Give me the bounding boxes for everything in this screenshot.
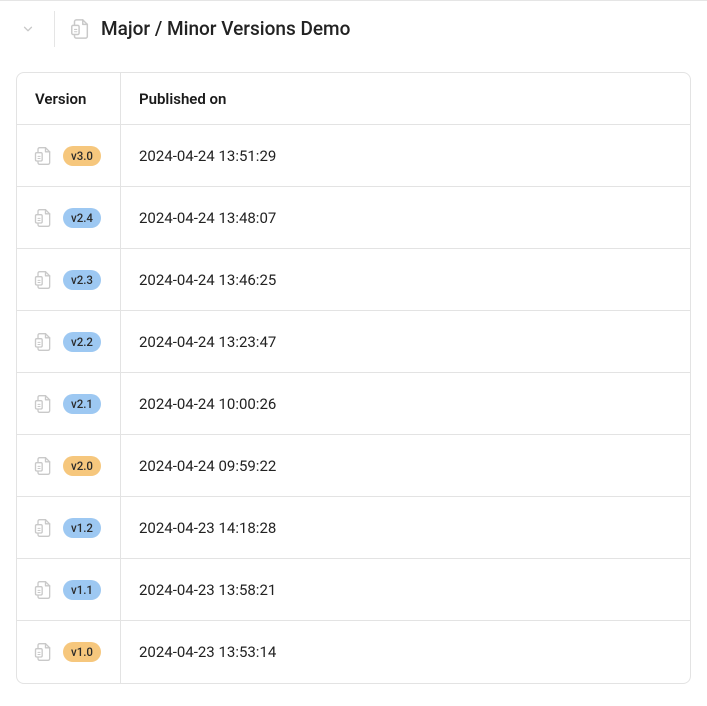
header-bar: Major / Minor Versions Demo bbox=[0, 0, 707, 56]
cell-published: 2024-04-24 13:23:47 bbox=[121, 311, 690, 372]
version-badge: v1.0 bbox=[63, 642, 101, 662]
cell-version: v1.1 bbox=[17, 559, 121, 620]
title-wrap: Major / Minor Versions Demo bbox=[69, 17, 350, 40]
table-row[interactable]: v2.3 2024-04-24 13:46:25 bbox=[17, 249, 690, 311]
version-badge: v2.1 bbox=[63, 394, 101, 414]
document-icon bbox=[33, 332, 53, 352]
document-icon bbox=[33, 146, 53, 166]
document-icon bbox=[69, 18, 91, 40]
table-body: v3.0 2024-04-24 13:51:29 v2.4 2024-04-24 13… bbox=[17, 125, 690, 683]
version-badge: v3.0 bbox=[63, 146, 101, 166]
version-badge: v2.3 bbox=[63, 270, 101, 290]
document-icon bbox=[33, 642, 53, 662]
versions-table: Version Published on v3.0 2024-04-24 13:5… bbox=[16, 72, 691, 684]
cell-published: 2024-04-24 10:00:26 bbox=[121, 373, 690, 434]
cell-version: v3.0 bbox=[17, 125, 121, 186]
cell-version: v1.0 bbox=[17, 621, 121, 683]
cell-published: 2024-04-23 13:53:14 bbox=[121, 621, 690, 683]
table-row[interactable]: v2.2 2024-04-24 13:23:47 bbox=[17, 311, 690, 373]
cell-version: v2.4 bbox=[17, 187, 121, 248]
cell-published: 2024-04-24 13:51:29 bbox=[121, 125, 690, 186]
column-header-published[interactable]: Published on bbox=[121, 73, 690, 124]
cell-published: 2024-04-24 13:46:25 bbox=[121, 249, 690, 310]
divider bbox=[54, 11, 55, 47]
version-badge: v2.2 bbox=[63, 332, 101, 352]
document-icon bbox=[33, 580, 53, 600]
cell-version: v2.1 bbox=[17, 373, 121, 434]
document-icon bbox=[33, 208, 53, 228]
cell-version: v1.2 bbox=[17, 497, 121, 558]
cell-published: 2024-04-23 14:18:28 bbox=[121, 497, 690, 558]
table-row[interactable]: v1.0 2024-04-23 13:53:14 bbox=[17, 621, 690, 683]
version-badge: v2.0 bbox=[63, 456, 101, 476]
cell-version: v2.2 bbox=[17, 311, 121, 372]
version-badge: v1.2 bbox=[63, 518, 101, 538]
document-icon bbox=[33, 394, 53, 414]
collapse-toggle[interactable] bbox=[16, 17, 40, 41]
cell-version: v2.0 bbox=[17, 435, 121, 496]
document-icon bbox=[33, 270, 53, 290]
table-row[interactable]: v2.4 2024-04-24 13:48:07 bbox=[17, 187, 690, 249]
cell-published: 2024-04-24 09:59:22 bbox=[121, 435, 690, 496]
document-icon bbox=[33, 518, 53, 538]
table-header: Version Published on bbox=[17, 73, 690, 125]
cell-published: 2024-04-24 13:48:07 bbox=[121, 187, 690, 248]
column-header-version[interactable]: Version bbox=[17, 73, 121, 124]
content: Version Published on v3.0 2024-04-24 13:5… bbox=[0, 56, 707, 700]
version-badge: v1.1 bbox=[63, 580, 101, 600]
table-row[interactable]: v1.2 2024-04-23 14:18:28 bbox=[17, 497, 690, 559]
column-header-version-label: Version bbox=[35, 90, 86, 108]
table-row[interactable]: v3.0 2024-04-24 13:51:29 bbox=[17, 125, 690, 187]
column-header-published-label: Published on bbox=[139, 90, 226, 108]
table-row[interactable]: v1.1 2024-04-23 13:58:21 bbox=[17, 559, 690, 621]
version-badge: v2.4 bbox=[63, 208, 101, 228]
page-title: Major / Minor Versions Demo bbox=[101, 17, 350, 40]
chevron-down-icon bbox=[21, 22, 35, 36]
document-icon bbox=[33, 456, 53, 476]
cell-published: 2024-04-23 13:58:21 bbox=[121, 559, 690, 620]
cell-version: v2.3 bbox=[17, 249, 121, 310]
table-row[interactable]: v2.0 2024-04-24 09:59:22 bbox=[17, 435, 690, 497]
table-row[interactable]: v2.1 2024-04-24 10:00:26 bbox=[17, 373, 690, 435]
